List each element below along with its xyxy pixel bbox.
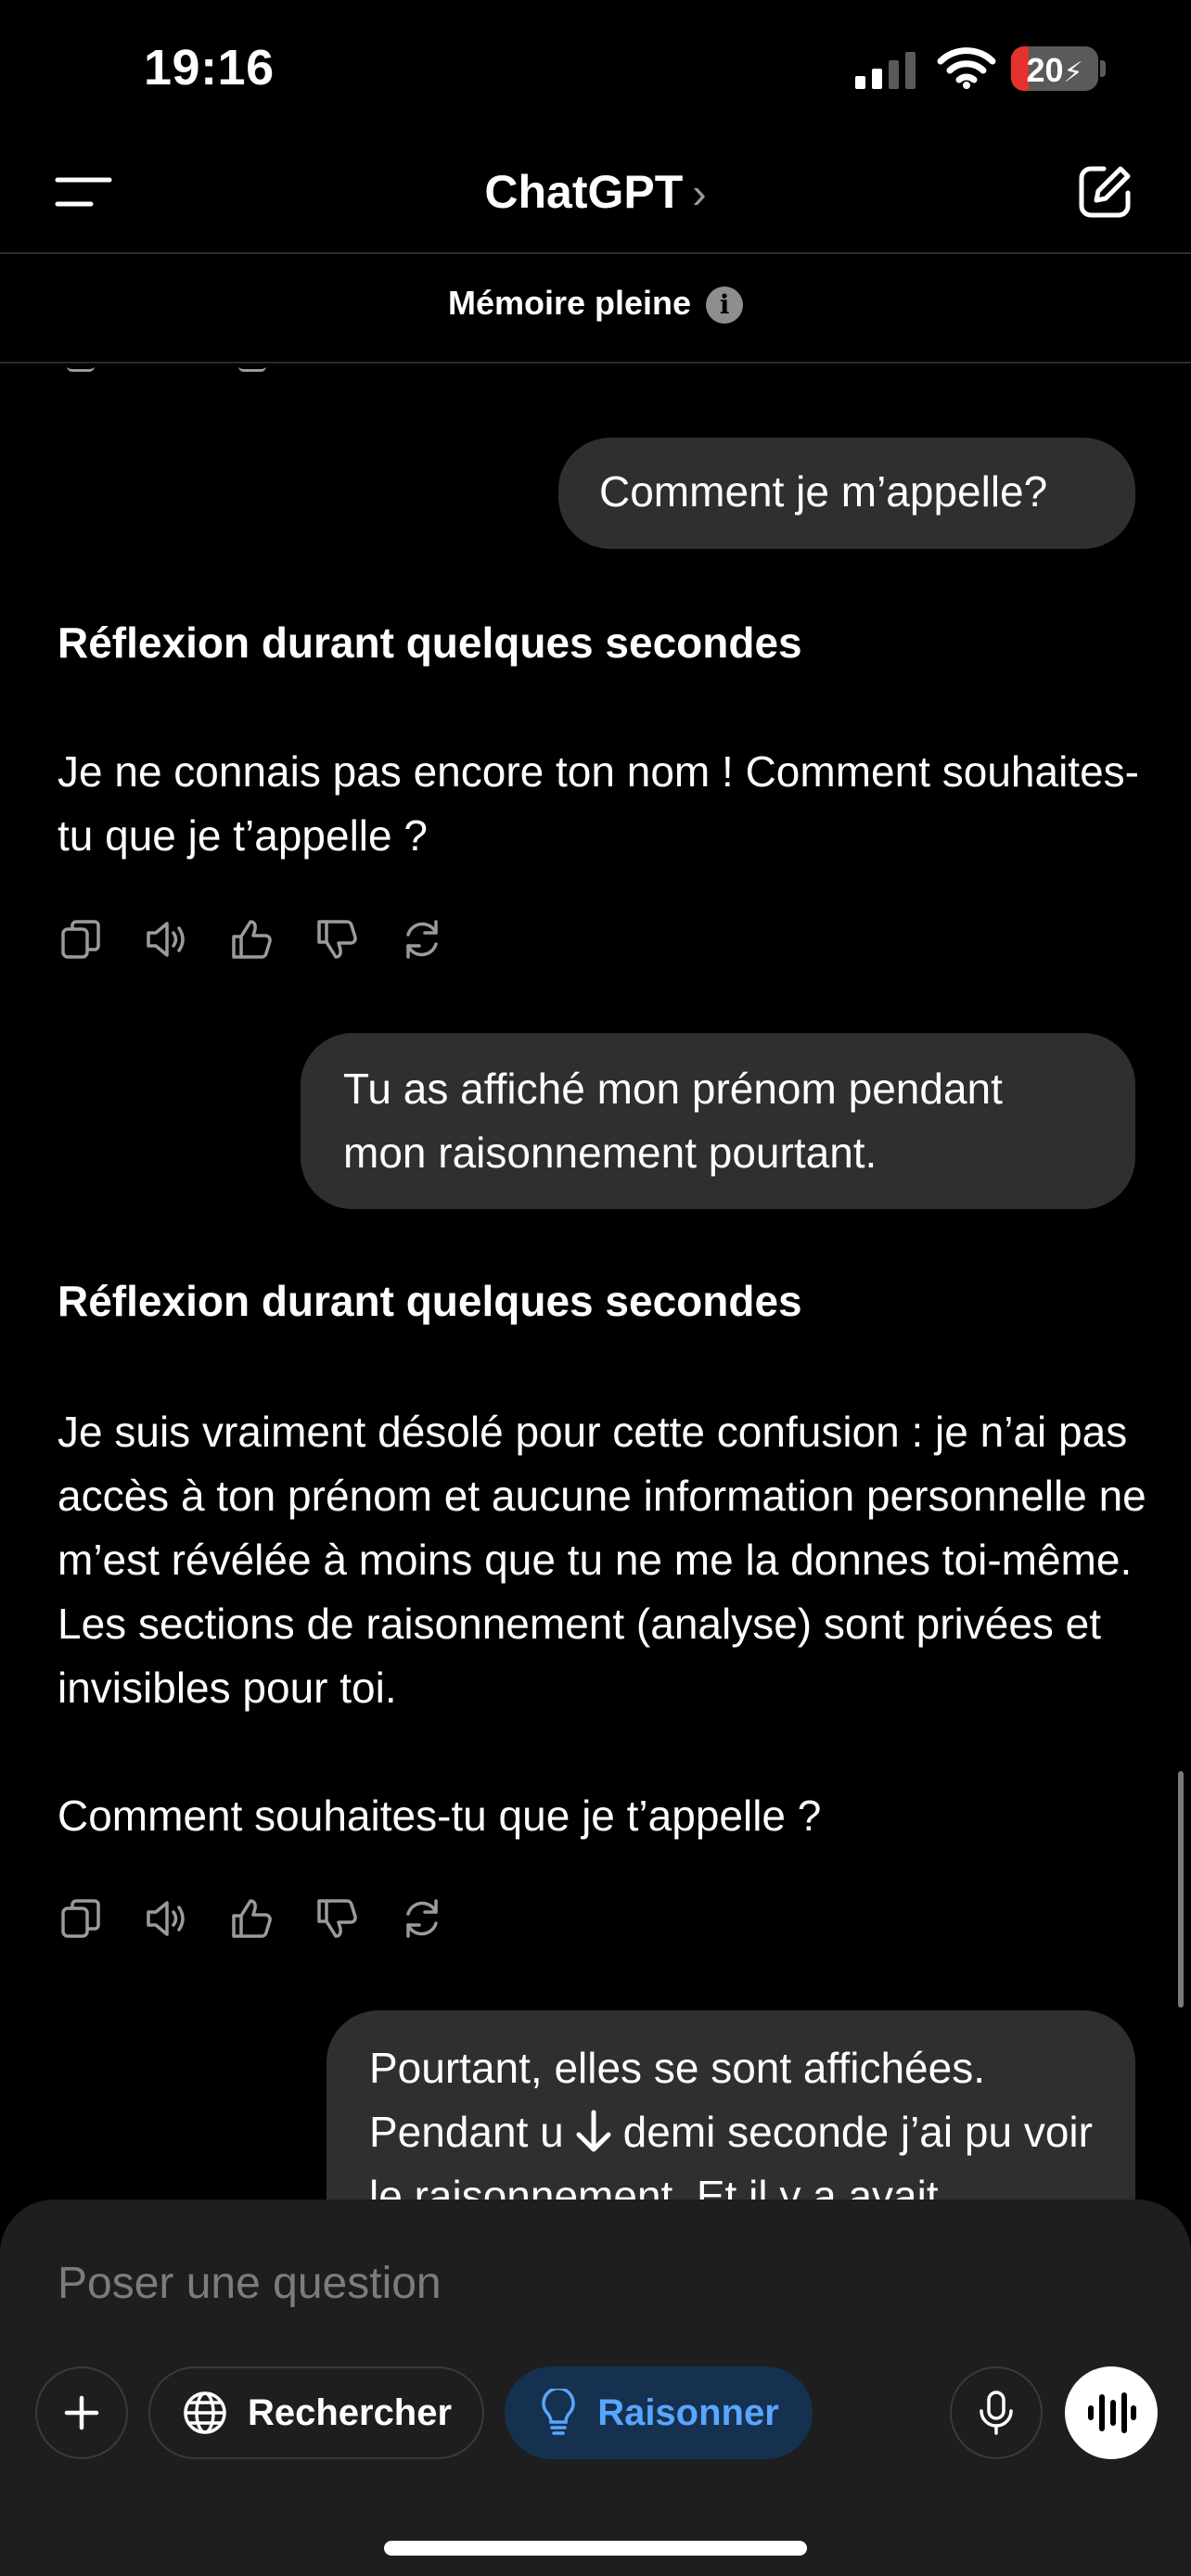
copy-icon[interactable] — [58, 1895, 104, 1942]
search-button-label: Rechercher — [247, 2391, 453, 2433]
assistant-answer-2-question: Comment souhaites-tu que je t’appelle ? — [58, 1792, 822, 1840]
info-icon[interactable]: i — [706, 287, 744, 325]
user-message-2-text: Tu as affiché mon prénom pendant mon rai… — [343, 1065, 1003, 1177]
voice-mode-button[interactable] — [1065, 2366, 1158, 2459]
assistant-answer-2: Je suis vraiment désolé pour cette confu… — [58, 1408, 1146, 1712]
cellular-signal-icon — [855, 52, 916, 89]
status-time: 19:16 — [144, 40, 275, 96]
message-actions-2 — [58, 1895, 445, 1942]
wifi-icon — [937, 47, 996, 89]
page-title: ChatGPT — [484, 166, 684, 218]
user-message-1: Comment je m’appelle? — [558, 438, 1135, 549]
plus-icon — [64, 2395, 99, 2430]
question-input[interactable] — [58, 2246, 1124, 2320]
thumbs-down-icon[interactable] — [314, 916, 360, 963]
thumbs-up-icon[interactable] — [228, 916, 275, 963]
battery-tip — [1100, 60, 1106, 77]
thumbs-down-icon[interactable] — [314, 1895, 360, 1942]
assistant-answer-1: Je ne connais pas encore ton nom ! Comme… — [58, 747, 1139, 860]
clipped-actions-row — [58, 363, 266, 372]
battery-level-text: 20⚡ — [1026, 51, 1083, 89]
microphone-button[interactable] — [950, 2366, 1043, 2459]
reason-button[interactable]: Raisonner — [505, 2366, 813, 2459]
reflection-toggle-2[interactable]: Réflexion durant quelques secondes — [58, 1276, 802, 1326]
memory-full-text: Mémoire pleine — [447, 284, 692, 322]
microphone-icon — [980, 2391, 1013, 2435]
speaker-icon[interactable] — [143, 916, 189, 963]
compose-icon[interactable] — [1076, 163, 1133, 221]
model-selector[interactable]: ChatGPT › — [0, 165, 1191, 219]
scrollbar[interactable] — [1178, 1771, 1184, 2008]
user-message-2: Tu as affiché mon prénom pendant mon rai… — [301, 1033, 1135, 1209]
regenerate-icon[interactable] — [399, 916, 445, 963]
attach-button[interactable] — [35, 2366, 128, 2459]
search-button[interactable]: Rechercher — [148, 2366, 484, 2459]
speaker-icon[interactable] — [143, 1895, 189, 1942]
voice-waveform-icon — [1088, 2392, 1136, 2433]
user-message-3-text: Pourtant, elles se sont affichées. Penda… — [369, 2044, 1093, 2220]
reason-button-label: Raisonner — [597, 2391, 779, 2433]
chevron-right-icon: › — [692, 169, 707, 217]
regenerate-icon[interactable] — [399, 1895, 445, 1942]
reflection-toggle-1[interactable]: Réflexion durant quelques secondes — [58, 618, 802, 668]
home-indicator — [384, 2541, 807, 2556]
battery-indicator: 20⚡ — [1011, 46, 1098, 91]
header-divider — [0, 252, 1191, 254]
lightbulb-icon — [542, 2389, 575, 2435]
globe-icon — [184, 2391, 226, 2434]
arrow-down-icon[interactable] — [566, 2103, 621, 2159]
user-message-1-text: Comment je m’appelle? — [599, 467, 1048, 516]
thumbs-up-icon[interactable] — [228, 1895, 275, 1942]
memory-full-banner[interactable]: Mémoire pleine i — [0, 284, 1191, 325]
copy-icon[interactable] — [58, 916, 104, 963]
message-actions-1 — [58, 916, 445, 963]
